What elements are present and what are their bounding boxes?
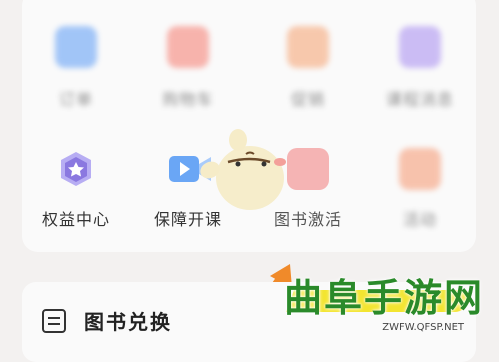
tile-label: 活动 xyxy=(402,210,437,229)
tile-orders[interactable]: 订单 xyxy=(30,20,122,120)
exchange-icon xyxy=(42,308,66,333)
book-exchange-label: 图书兑换 xyxy=(84,310,172,334)
tile-activity[interactable]: 活动 xyxy=(374,140,466,240)
activity-icon xyxy=(399,148,441,190)
tile-promo[interactable]: 促销 xyxy=(262,20,354,120)
promo-icon xyxy=(287,26,329,68)
orders-icon xyxy=(55,26,97,68)
site-watermark: 曲阜手游网 ZWFW.QFSP.NET xyxy=(284,275,494,334)
tile-label: 课程消息 xyxy=(385,90,454,109)
watermark-title: 曲阜手游网 xyxy=(284,275,485,320)
tile-label: 购物车 xyxy=(162,90,214,109)
cart-icon xyxy=(167,26,209,68)
benefits-badge-icon xyxy=(55,148,97,190)
tile-cart[interactable]: 购物车 xyxy=(142,20,234,120)
watermark-url: ZWFW.QFSP.NET xyxy=(382,322,464,333)
book-exchange-row[interactable]: 图书兑换 xyxy=(42,306,172,335)
messages-icon xyxy=(399,26,441,68)
tile-label: 促销 xyxy=(290,90,325,109)
tile-label: 订单 xyxy=(58,90,93,109)
tile-messages[interactable]: 课程消息 xyxy=(374,20,466,120)
tile-benefits-center[interactable]: 权益中心 xyxy=(30,140,122,240)
mascot-character xyxy=(198,120,298,224)
tile-label: 权益中心 xyxy=(41,210,110,229)
